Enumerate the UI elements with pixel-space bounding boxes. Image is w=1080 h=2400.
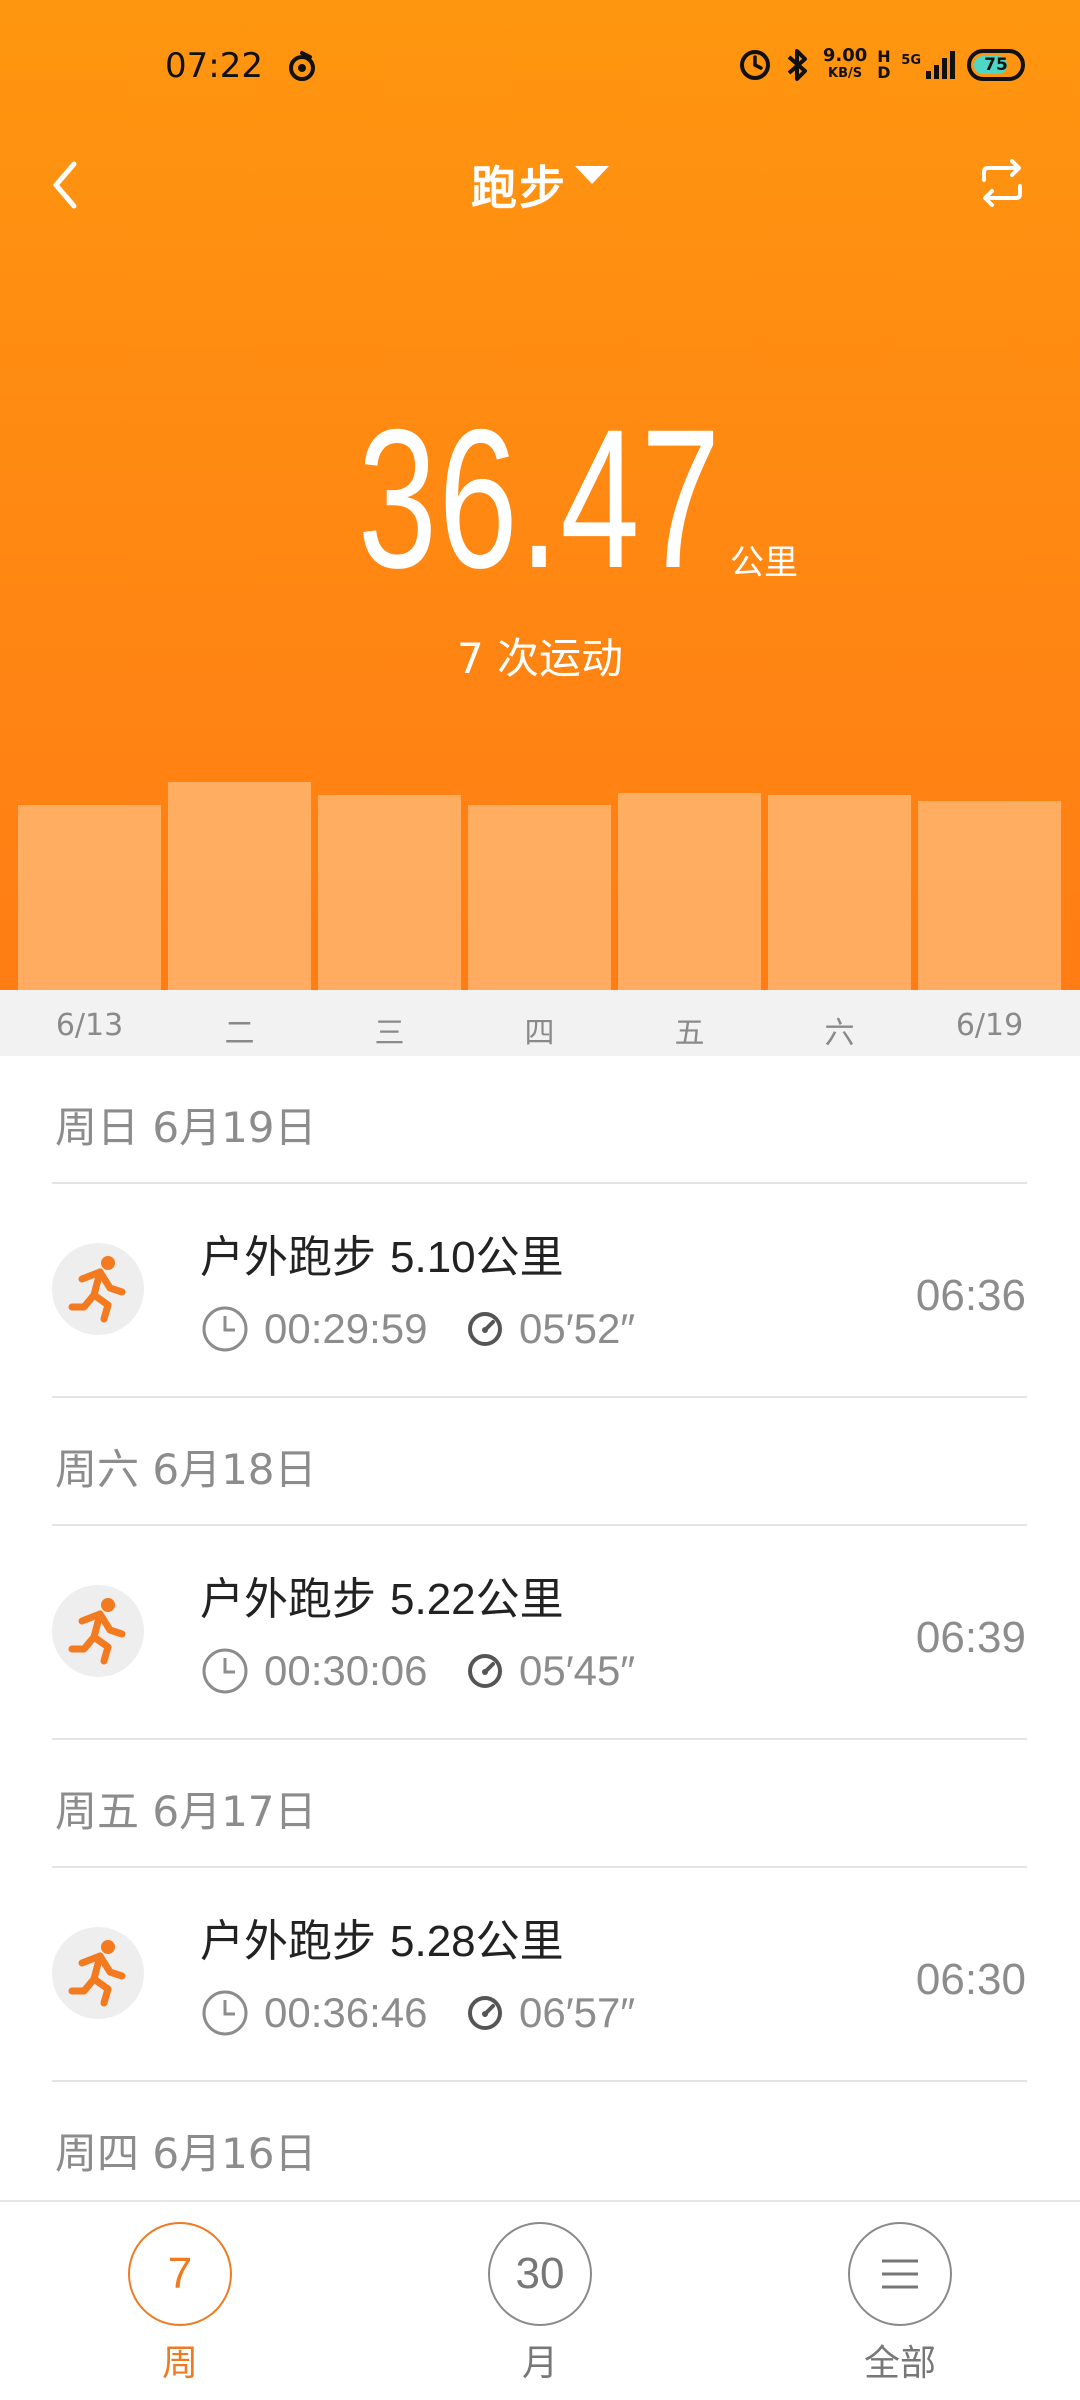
date-header: 周四 6月16日 [55, 2129, 317, 2178]
speedometer-icon [468, 1654, 502, 1688]
record-type: 户外跑步 [200, 1574, 376, 1625]
network-speed-value: 9.00 [822, 45, 868, 66]
record-start-time: 06:39 [915, 1613, 1026, 1662]
day-label: 六 [824, 1016, 855, 1051]
day-bar[interactable] [618, 793, 761, 990]
alarm-icon [739, 50, 770, 80]
record-pace: 06′57″ [465, 1985, 635, 2041]
nav-bar: 跑步 [0, 140, 1080, 230]
record-type: 户外跑步 [200, 1916, 376, 1967]
workout-list[interactable]: 周日 6月19日 户外跑步 5.10公里 00:29:59 05′52″ 06:… [0, 1056, 1080, 2200]
workout-record[interactable]: 户外跑步 5.28公里 00:36:46 06′57″ 06:30 [0, 1867, 1080, 2082]
speedometer-icon [468, 1996, 502, 2030]
record-start-time: 06:36 [915, 1271, 1026, 1320]
running-icon [52, 1243, 144, 1335]
menu-icon[interactable] [848, 2222, 952, 2326]
network-type: 5G [901, 53, 921, 68]
weekday-axis: 6/13 二 三 四 五 六 6/19 [0, 990, 1080, 1056]
record-start-time: 06:30 [915, 1955, 1026, 2004]
tab-week-circle[interactable]: 7 [128, 2222, 232, 2326]
record-title: 户外跑步 5.28公里 [200, 1905, 564, 1969]
record-type: 户外跑步 [200, 1232, 376, 1283]
pace-value: 06′57″ [519, 1989, 636, 2036]
duration-value: 00:30:06 [264, 1647, 428, 1694]
weekly-bar-chart [0, 770, 1080, 990]
record-distance: 5.10公里 [390, 1233, 564, 1282]
tab-all[interactable]: 全部 [800, 2222, 1000, 2392]
bottom-tab-bar: 7 周 30 月 全部 [0, 2200, 1080, 2400]
status-icons: 9.00 KB/S HD 5G 75 [737, 40, 1025, 90]
summary-hero: 07:22 9.00 KB/S HD 5G 75 跑步 36.47 公里 7 次… [0, 0, 1080, 990]
record-title: 户外跑步 5.10公里 [200, 1221, 564, 1285]
battery-percent: 75 [984, 55, 1008, 75]
status-time: 07:22 [165, 46, 263, 86]
date-header: 周日 6月19日 [55, 1103, 317, 1152]
day-bar[interactable] [768, 795, 911, 990]
record-pace: 05′52″ [465, 1301, 635, 1357]
day-bar[interactable] [168, 782, 311, 990]
app-notification-icon [289, 51, 315, 81]
bluetooth-icon [787, 49, 807, 81]
day-label: 6/19 [955, 1008, 1024, 1043]
tab-month[interactable]: 30 月 [440, 2222, 640, 2392]
day-bar[interactable] [918, 801, 1061, 990]
clock-icon [202, 1990, 248, 2036]
day-bar[interactable] [468, 805, 611, 990]
pace-value: 05′45″ [519, 1647, 636, 1694]
day-bar[interactable] [318, 795, 461, 990]
tab-month-circle[interactable]: 30 [488, 2222, 592, 2326]
speedometer-icon [468, 1312, 502, 1346]
record-distance: 5.28公里 [390, 1917, 564, 1966]
duration-value: 00:36:46 [264, 1989, 428, 2036]
record-duration: 00:29:59 [200, 1301, 428, 1357]
day-label: 二 [224, 1016, 255, 1051]
tab-month-label[interactable]: 月 [440, 2334, 640, 2386]
workout-record[interactable]: 户外跑步 5.22公里 00:30:06 05′45″ 06:39 [0, 1525, 1080, 1740]
day-label: 三 [374, 1016, 405, 1051]
record-distance: 5.22公里 [390, 1575, 564, 1624]
date-header: 周五 6月17日 [55, 1787, 317, 1836]
clock-icon [202, 1648, 248, 1694]
date-header: 周六 6月18日 [55, 1445, 317, 1494]
hd-indicator: HD [877, 47, 891, 82]
running-icon [52, 1927, 144, 2019]
workout-record[interactable]: 户外跑步 5.10公里 00:29:59 05′52″ 06:36 [0, 1183, 1080, 1398]
sport-type-selector[interactable]: 跑步 [0, 152, 1080, 218]
day-label: 四 [524, 1016, 555, 1051]
record-duration: 00:30:06 [200, 1643, 428, 1699]
caret-down-icon[interactable] [575, 166, 609, 184]
divider [52, 1738, 1027, 1740]
battery-indicator: 75 [967, 49, 1025, 81]
day-label: 五 [674, 1016, 705, 1051]
duration-value: 00:29:59 [264, 1305, 428, 1352]
page-title[interactable]: 跑步 [471, 161, 567, 215]
tab-week-label[interactable]: 周 [80, 2334, 280, 2386]
distance-unit: 公里 [730, 543, 798, 583]
running-icon [52, 1585, 144, 1677]
record-duration: 00:36:46 [200, 1985, 428, 2041]
record-pace: 05′45″ [465, 1643, 635, 1699]
divider [52, 1396, 1027, 1398]
weekly-summary: 36.47 公里 7 次运动 [0, 388, 1080, 684]
workout-count: 7 次运动 [456, 634, 624, 683]
day-bar[interactable] [18, 805, 161, 990]
divider [52, 2080, 1027, 2082]
pace-value: 05′52″ [519, 1305, 636, 1352]
total-distance: 36.47 [358, 388, 722, 609]
network-speed: 9.00 KB/S [823, 47, 867, 83]
tab-all-label[interactable]: 全部 [800, 2334, 1000, 2386]
switch-view-icon[interactable] [974, 154, 1030, 214]
record-title: 户外跑步 5.22公里 [200, 1563, 564, 1627]
mobile-signal: 5G [901, 49, 957, 81]
signal-icon [926, 51, 955, 79]
clock-icon [202, 1306, 248, 1352]
day-label: 6/13 [55, 1008, 124, 1043]
tab-week[interactable]: 7 周 [80, 2222, 280, 2392]
status-bar: 07:22 9.00 KB/S HD 5G 75 [0, 0, 1080, 130]
network-speed-unit: KB/S [828, 66, 863, 81]
